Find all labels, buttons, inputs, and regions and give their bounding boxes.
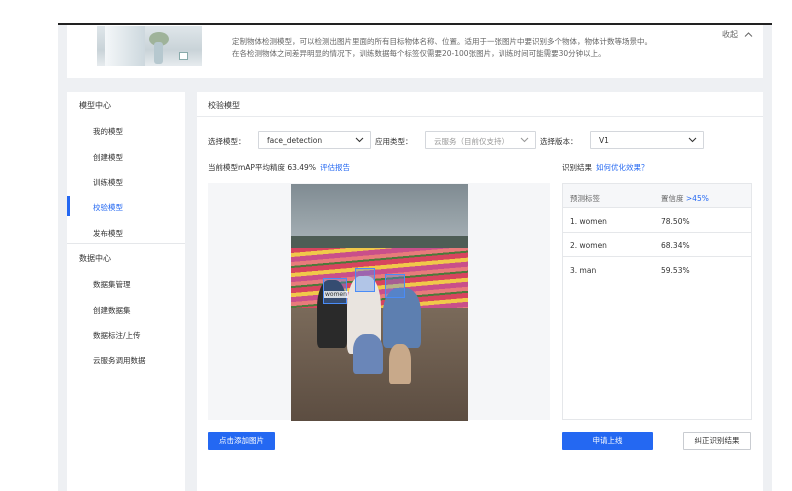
detection-label: women <box>324 291 348 298</box>
map-text: 当前模型mAP平均精度 63.49% <box>208 163 316 172</box>
version-select-label: 选择版本： <box>540 137 578 146</box>
collapse-toggle[interactable]: 收起 <box>722 29 753 40</box>
column-header-label: 预测标签 <box>570 194 600 203</box>
map-summary: 当前模型mAP平均精度 63.49% 评估报告 <box>208 162 350 173</box>
illustration-cup <box>179 52 188 60</box>
model-select-value: face_detection <box>267 136 323 145</box>
version-select[interactable]: V1 <box>590 131 704 149</box>
optimize-effect-link[interactable]: 如何优化效果？ <box>596 163 649 172</box>
sidebar-group-data-center: 数据中心 <box>79 254 111 263</box>
sidebar-group-model-center: 模型中心 <box>79 101 111 110</box>
result-row-2-label: 2. women <box>570 241 607 250</box>
version-select-value: V1 <box>599 136 609 145</box>
sidebar-item-data-annotation[interactable]: 数据标注/上传 <box>93 330 141 341</box>
photo-person-jeans <box>353 334 383 374</box>
model-type-illustration <box>97 26 202 66</box>
photo-person-pants <box>389 344 411 384</box>
add-image-button[interactable]: 点击添加图片 <box>208 432 275 450</box>
correct-result-button[interactable]: 纠正识别结果 <box>683 432 751 450</box>
illustration-window <box>105 26 145 66</box>
evaluation-report-link[interactable]: 评估报告 <box>320 163 350 172</box>
app-type-label: 应用类型： <box>375 137 413 146</box>
sidebar-item-create-dataset[interactable]: 创建数据集 <box>93 305 131 316</box>
result-row-1-label: 1. women <box>570 217 607 226</box>
result-header: 识别结果 如何优化效果？ <box>562 162 649 173</box>
intro-description: 定制物体检测模型，可以检测出图片里面的所有目标物体名称、位置。适用于一张图片中要… <box>232 36 712 60</box>
results-table: 预测标签 置信度 >45% 1. women 78.50% 2. women 6… <box>562 183 752 420</box>
page-title: 校验模型 <box>208 101 240 110</box>
confidence-header-text: 置信度 <box>661 194 684 203</box>
sidebar-item-train-model[interactable]: 训练模型 <box>93 177 123 188</box>
sidebar-item-validate-model[interactable]: 校验模型 <box>93 202 123 213</box>
row-divider <box>563 256 751 257</box>
chevron-up-icon <box>744 32 752 37</box>
column-header-confidence: 置信度 >45% <box>661 193 709 204</box>
sidebar-item-my-models[interactable]: 我的模型 <box>93 126 123 137</box>
row-divider <box>563 232 751 233</box>
result-row-3-confidence: 59.53% <box>661 266 690 275</box>
intro-line-2: 在各检测物体之间差异明显的情况下，训练数据每个标签仅需要20-100张图片，训练… <box>232 49 606 58</box>
result-row-3-label: 3. man <box>570 266 597 275</box>
sidebar-item-cloud-call-data[interactable]: 云服务调用数据 <box>93 355 146 366</box>
sidebar-divider <box>67 243 185 244</box>
apply-online-button[interactable]: 申请上线 <box>562 432 653 450</box>
chevron-down-icon <box>688 137 697 143</box>
detection-box-2 <box>355 268 375 292</box>
app-type-select[interactable]: 云服务（目前仅支持） <box>425 131 536 149</box>
confidence-filter[interactable]: >45% <box>686 194 709 203</box>
sidebar-item-create-model[interactable]: 创建模型 <box>93 152 123 163</box>
illustration-vase <box>154 42 163 64</box>
app-type-value: 云服务（目前仅支持） <box>434 137 509 146</box>
sidebar-item-dataset-management[interactable]: 数据集管理 <box>93 279 131 290</box>
collapse-label: 收起 <box>722 30 738 39</box>
sidebar-active-indicator <box>67 196 70 216</box>
result-row-2-confidence: 68.34% <box>661 241 690 250</box>
result-label: 识别结果 <box>562 163 592 172</box>
model-select-label: 选择模型： <box>208 137 246 146</box>
sidebar-item-publish-model[interactable]: 发布模型 <box>93 228 123 239</box>
test-image: women <box>291 184 468 421</box>
chevron-down-icon <box>355 137 364 143</box>
result-row-1-confidence: 78.50% <box>661 217 690 226</box>
sidebar <box>67 92 185 491</box>
model-select[interactable]: face_detection <box>258 131 371 149</box>
detection-box-3 <box>385 274 405 298</box>
title-divider <box>197 116 763 117</box>
chevron-down-icon <box>520 137 529 143</box>
intro-line-1: 定制物体检测模型，可以检测出图片里面的所有目标物体名称、位置。适用于一张图片中要… <box>232 37 652 46</box>
